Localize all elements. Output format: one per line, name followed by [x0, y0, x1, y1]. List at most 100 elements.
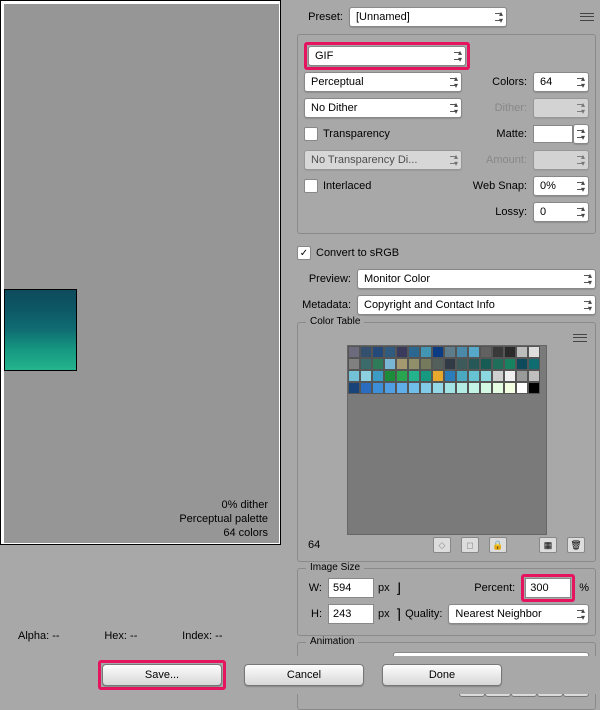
color-swatch[interactable] — [492, 382, 504, 394]
color-swatch[interactable] — [408, 346, 420, 358]
color-swatch[interactable] — [468, 382, 480, 394]
preview-select[interactable]: Monitor Color▴▾ — [357, 269, 596, 289]
color-swatch[interactable] — [504, 370, 516, 382]
color-swatch[interactable] — [456, 382, 468, 394]
color-swatch[interactable] — [504, 358, 516, 370]
color-swatch[interactable] — [516, 346, 528, 358]
color-swatch[interactable] — [420, 382, 432, 394]
matte-menu[interactable]: ▴▾ — [573, 124, 589, 144]
color-swatch[interactable] — [372, 358, 384, 370]
color-swatch[interactable] — [492, 346, 504, 358]
color-table-group: Color Table 64 ◇ ◻ 🔒 ▦ 🗑 — [297, 322, 596, 562]
percent-input[interactable]: 300 — [525, 578, 571, 598]
color-swatch[interactable] — [492, 370, 504, 382]
color-swatch[interactable] — [360, 346, 372, 358]
color-swatch[interactable] — [528, 346, 540, 358]
colors-select[interactable]: 64▴▾ — [533, 72, 589, 92]
color-swatch[interactable] — [456, 370, 468, 382]
color-swatch[interactable] — [444, 382, 456, 394]
color-swatch[interactable] — [468, 346, 480, 358]
color-swatch[interactable] — [480, 382, 492, 394]
color-swatch[interactable] — [456, 358, 468, 370]
color-swatch[interactable] — [396, 346, 408, 358]
color-swatch[interactable] — [528, 370, 540, 382]
color-swatch[interactable] — [504, 346, 516, 358]
color-swatch[interactable] — [348, 370, 360, 382]
trans-amount-label: Amount: — [486, 154, 527, 166]
color-swatch[interactable] — [468, 358, 480, 370]
color-swatch[interactable] — [396, 382, 408, 394]
color-swatch[interactable] — [516, 382, 528, 394]
color-swatch[interactable] — [480, 358, 492, 370]
color-swatch[interactable] — [384, 370, 396, 382]
lossy-select[interactable]: 0▴▾ — [533, 202, 589, 222]
color-table-menu-icon[interactable] — [571, 331, 589, 345]
color-table[interactable] — [347, 345, 547, 535]
color-swatch[interactable] — [360, 370, 372, 382]
readout-index: Index: -- — [182, 630, 222, 642]
color-swatch[interactable] — [456, 346, 468, 358]
color-swatch[interactable] — [396, 370, 408, 382]
color-swatch[interactable] — [420, 346, 432, 358]
color-swatch[interactable] — [396, 358, 408, 370]
done-button[interactable]: Done — [382, 664, 502, 686]
color-swatch[interactable] — [432, 370, 444, 382]
color-swatch[interactable] — [408, 382, 420, 394]
color-swatch[interactable] — [348, 382, 360, 394]
interlaced-checkbox[interactable]: Interlaced — [304, 179, 371, 193]
color-swatch[interactable] — [372, 382, 384, 394]
color-swatch[interactable] — [468, 370, 480, 382]
srgb-checkbox[interactable]: ✓Convert to sRGB — [297, 246, 399, 260]
websnap-select[interactable]: 0%▴▾ — [533, 176, 589, 196]
color-swatch[interactable] — [444, 346, 456, 358]
color-swatch[interactable] — [360, 358, 372, 370]
preview-image — [4, 289, 77, 371]
color-swatch[interactable] — [516, 370, 528, 382]
color-swatch[interactable] — [480, 370, 492, 382]
color-swatch[interactable] — [384, 346, 396, 358]
color-swatch[interactable] — [408, 358, 420, 370]
color-swatch[interactable] — [348, 358, 360, 370]
color-swatch[interactable] — [384, 382, 396, 394]
color-swatch[interactable] — [480, 346, 492, 358]
cancel-button[interactable]: Cancel — [244, 664, 364, 686]
save-button[interactable]: Save... — [102, 664, 222, 686]
color-swatch[interactable] — [420, 370, 432, 382]
color-swatch[interactable] — [444, 358, 456, 370]
color-swatch[interactable] — [360, 382, 372, 394]
color-reduction-select[interactable]: Perceptual▴▾ — [304, 72, 462, 92]
link-icon[interactable]: ⌋ — [396, 580, 401, 597]
height-input[interactable]: 243 — [328, 604, 374, 624]
color-swatch[interactable] — [372, 346, 384, 358]
trash-icon[interactable]: 🗑 — [567, 537, 585, 553]
format-select[interactable]: GIF▴▾ — [308, 46, 466, 66]
color-swatch[interactable] — [516, 358, 528, 370]
preset-select[interactable]: [Unnamed]▴▾ — [349, 7, 507, 27]
color-swatch[interactable] — [444, 370, 456, 382]
color-swatch[interactable] — [528, 358, 540, 370]
color-swatch[interactable] — [492, 358, 504, 370]
image-size-group: Image Size W: 594 px ⌋ Percent: 300 % H:… — [297, 568, 596, 636]
color-swatch[interactable] — [420, 358, 432, 370]
color-swatch[interactable] — [504, 382, 516, 394]
color-swatch[interactable] — [528, 382, 540, 394]
transparency-checkbox[interactable]: Transparency — [304, 127, 390, 141]
metadata-select[interactable]: Copyright and Contact Info▴▾ — [357, 295, 596, 315]
matte-swatch[interactable] — [533, 125, 573, 143]
readout-alpha: Alpha: -- — [18, 630, 60, 642]
color-swatch[interactable] — [432, 358, 444, 370]
canvas[interactable] — [4, 4, 279, 543]
dither-select[interactable]: No Dither▴▾ — [304, 98, 462, 118]
width-input[interactable]: 594 — [328, 578, 374, 598]
preview-pane: 0% dither Perceptual palette 64 colors — [0, 0, 290, 614]
color-swatch[interactable] — [432, 382, 444, 394]
color-swatch[interactable] — [408, 370, 420, 382]
quality-select[interactable]: Nearest Neighbor▴▾ — [448, 604, 589, 624]
color-swatch[interactable] — [348, 346, 360, 358]
color-swatch[interactable] — [432, 346, 444, 358]
ct-new-icon[interactable]: ▦ — [539, 537, 557, 553]
link-icon-bottom[interactable]: ⌉ — [396, 606, 401, 623]
panel-menu-icon[interactable] — [578, 10, 596, 24]
color-swatch[interactable] — [384, 358, 396, 370]
color-swatch[interactable] — [372, 370, 384, 382]
